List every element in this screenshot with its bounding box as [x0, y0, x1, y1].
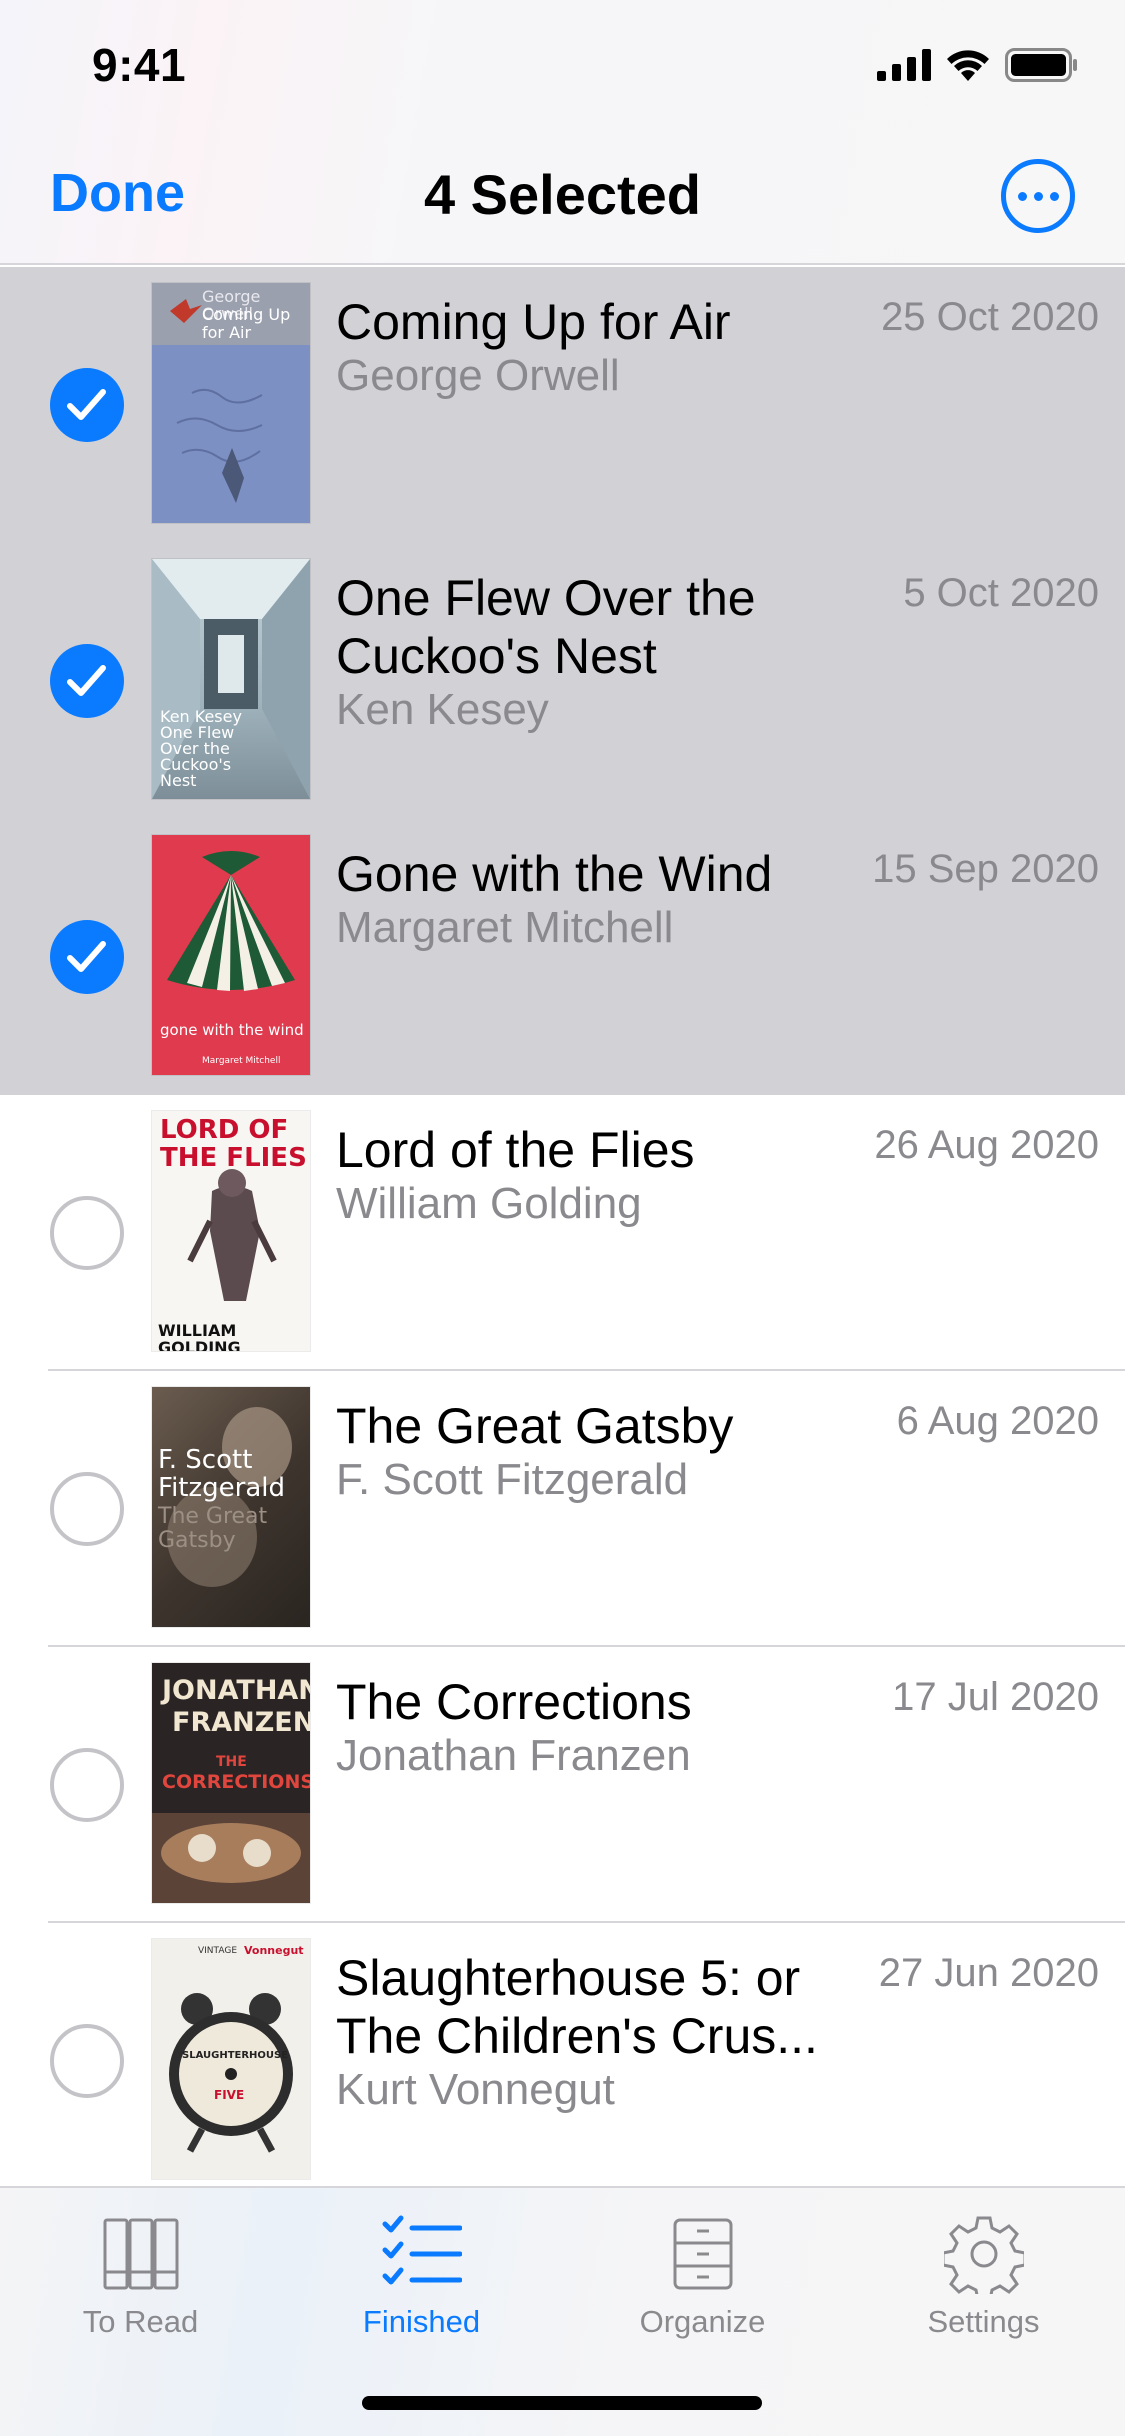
tab-settings[interactable]: Settings — [843, 2204, 1124, 2344]
finished-date: 25 Oct 2020 — [881, 295, 1099, 339]
book-title: Gone with the Wind — [336, 846, 773, 902]
cover-publisher: VINTAGE — [198, 1946, 238, 1956]
book-author: William Golding — [336, 1179, 642, 1228]
book-author: George Orwell — [336, 351, 620, 400]
finished-date: 27 Jun 2020 — [878, 1951, 1099, 1995]
book-title: Coming Up for Air — [336, 294, 731, 350]
gear-icon — [943, 2216, 1024, 2294]
cover-title-line: THE FLIES — [160, 1143, 307, 1173]
tab-label: Organize — [639, 2304, 766, 2339]
cabinet-icon — [673, 2218, 732, 2290]
finished-date: 17 Jul 2020 — [892, 1675, 1099, 1719]
book-cover: LORD OF THE FLIES WILLIAM GOLDING — [152, 1111, 310, 1351]
cover-author: FRANZEN — [172, 1707, 310, 1738]
unselected-circle-icon[interactable] — [50, 1472, 124, 1546]
unselected-circle-icon[interactable] — [50, 1748, 124, 1822]
cover-title-line: Coming Up — [202, 305, 291, 324]
status-time: 9:41 — [92, 39, 187, 91]
book-title: The Great Gatsby — [336, 1398, 734, 1454]
book-row-gone-with-the-wind[interactable]: gone with the wind Margaret Mitchell Gon… — [0, 819, 1125, 1095]
cover-author: WILLIAM GOLDING — [158, 1321, 241, 1351]
cover-title-line: Gatsby — [158, 1528, 236, 1553]
cover-author: F. Scott — [158, 1445, 253, 1475]
book-title: One Flew Over the Cuckoo's Nest — [336, 570, 756, 684]
tab-label: To Read — [82, 2304, 199, 2339]
cover-author: JONATHAN — [162, 1675, 310, 1706]
selected-checkmark-icon[interactable] — [50, 920, 124, 994]
cover-art — [167, 851, 295, 991]
tab-to-read[interactable]: To Read — [0, 2204, 281, 2344]
book-cover: gone with the wind Margaret Mitchell — [152, 835, 310, 1075]
book-cover: George Orwell Coming Up for Air — [152, 283, 310, 523]
cover-title-line: LORD OF — [160, 1115, 289, 1145]
finished-date: 6 Aug 2020 — [896, 1399, 1099, 1443]
home-indicator — [362, 2396, 762, 2410]
book-cover: VINTAGE Vonnegut SLAUGHTERHOUSE FIVE — [152, 1939, 310, 2179]
book-row-lord-of-the-flies[interactable]: LORD OF THE FLIES WILLIAM GOLDING Lord o… — [0, 1095, 1125, 1371]
more-dot — [1049, 191, 1059, 201]
book-row-the-corrections[interactable]: JONATHAN FRANZEN THE CORRECTIONS The Cor… — [0, 1647, 1125, 1923]
book-title: The Corrections — [336, 1674, 692, 1730]
checklist-icon — [382, 2215, 462, 2285]
selected-checkmark-icon[interactable] — [50, 368, 124, 442]
cover-title-line: CORRECTIONS — [162, 1771, 310, 1793]
book-author: Jonathan Franzen — [336, 1731, 691, 1780]
more-dot — [1033, 191, 1043, 201]
cover-title: gone with the wind — [160, 1021, 304, 1039]
book-title: Lord of the Flies — [336, 1122, 695, 1178]
book-author: Margaret Mitchell — [336, 903, 674, 952]
book-cover: JONATHAN FRANZEN THE CORRECTIONS — [152, 1663, 310, 1903]
finished-date: 26 Aug 2020 — [874, 1123, 1099, 1167]
book-row-slaughterhouse-5[interactable]: VINTAGE Vonnegut SLAUGHTERHOUSE FIVE Sla… — [0, 1923, 1125, 2199]
cover-title-line: FIVE — [214, 2088, 245, 2102]
tab-label: Finished — [362, 2304, 481, 2339]
status-icons — [877, 48, 1079, 82]
cover-author: Vonnegut — [244, 1944, 304, 1957]
cover-title-line: The Great — [158, 1504, 268, 1529]
book-row-one-flew-over[interactable]: Ken Kesey One Flew Over the Cuckoo's Nes… — [0, 543, 1125, 819]
more-dot — [1017, 191, 1027, 201]
book-title: Slaughterhouse 5: or The Children's Crus… — [336, 1950, 818, 2064]
book-row-coming-up-for-air[interactable]: George Orwell Coming Up for Air Coming U… — [0, 267, 1125, 543]
book-cover: F. Scott Fitzgerald The Great Gatsby — [152, 1387, 310, 1627]
cover-title-line: for Air — [202, 323, 252, 342]
book-author: F. Scott Fitzgerald — [336, 1455, 689, 1504]
battery-icon — [1005, 48, 1077, 82]
cover-title-line: THE — [216, 1754, 247, 1770]
book-row-the-great-gatsby[interactable]: F. Scott Fitzgerald The Great Gatsby The… — [0, 1371, 1125, 1647]
book-author: Ken Kesey — [336, 685, 549, 734]
ellipsis-circle-icon[interactable] — [1001, 159, 1075, 233]
finished-date: 5 Oct 2020 — [903, 571, 1099, 615]
cover-author: Margaret Mitchell — [202, 1056, 281, 1066]
finished-date: 15 Sep 2020 — [872, 847, 1099, 891]
cellular-signal-icon — [877, 49, 931, 81]
tab-organize[interactable]: Organize — [562, 2204, 843, 2344]
page-title: 4 Selected — [423, 163, 702, 226]
tab-label: Settings — [927, 2304, 1040, 2339]
selected-checkmark-icon[interactable] — [50, 644, 124, 718]
cover-author: Fitzgerald — [158, 1473, 285, 1503]
unselected-circle-icon[interactable] — [50, 1196, 124, 1270]
navigation-header: 9:41 Done 4 Selected — [0, 0, 1125, 265]
tab-finished[interactable]: Finished — [281, 2204, 562, 2344]
wifi-icon — [947, 50, 989, 81]
cover-title-line: Nest — [160, 771, 197, 790]
cover-title-line: SLAUGHTERHOUSE — [182, 2050, 289, 2061]
books-icon — [103, 2218, 178, 2290]
book-cover: Ken Kesey One Flew Over the Cuckoo's Nes… — [152, 559, 310, 799]
unselected-circle-icon[interactable] — [50, 2024, 124, 2098]
book-author: Kurt Vonnegut — [336, 2065, 615, 2114]
